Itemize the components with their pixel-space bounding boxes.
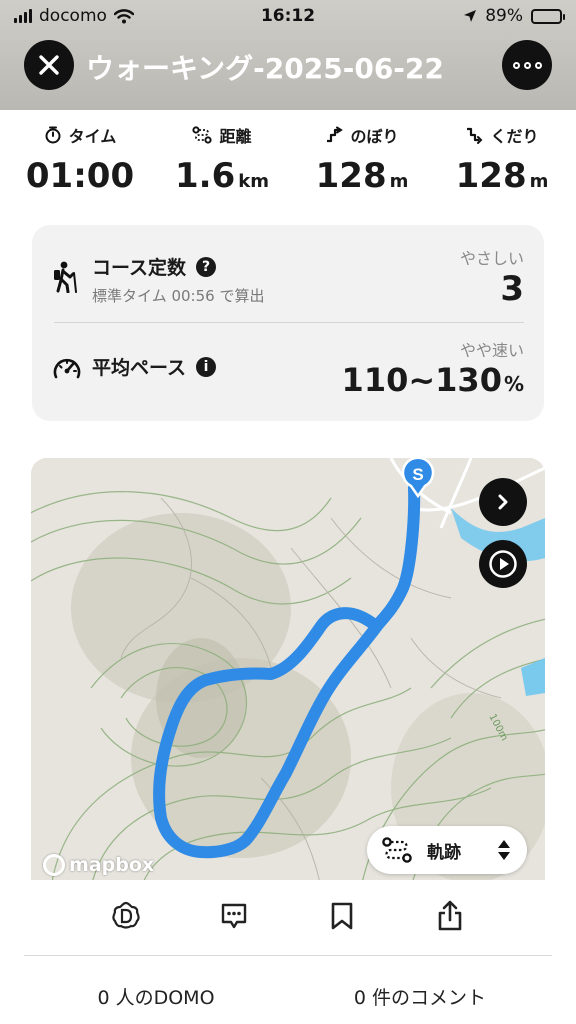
descent-icon — [467, 127, 483, 144]
course-constant-row[interactable]: コース定数 ? 標準タイム 00:56 で算出 やさしい 3 — [32, 225, 544, 323]
header: docomo 16:12 89% ウォーキング-2025-06-22 — [0, 0, 576, 110]
battery-percent: 89% — [485, 6, 523, 26]
stat-distance-label: 距離 — [219, 127, 252, 146]
hiker-icon — [54, 261, 77, 293]
sort-updown-icon — [498, 840, 510, 860]
comment-count[interactable]: 0 件のコメント — [310, 983, 530, 1010]
mapbox-mark-icon — [43, 854, 65, 876]
stopwatch-icon — [45, 126, 61, 144]
mapbox-logo: mapbox — [43, 854, 154, 876]
activity-stats: タイム 01:00 距離 1.6 km のぼり 128 m くだり 128 m — [0, 122, 576, 202]
stat-descent-unit: m — [529, 171, 549, 192]
speedometer-icon — [53, 358, 81, 379]
track-mode-selector[interactable]: 軌跡 — [367, 826, 527, 874]
more-icon — [512, 61, 542, 69]
action-icons — [0, 898, 576, 938]
stat-time-value: 01:00 — [25, 156, 135, 196]
help-icon[interactable]: ? — [196, 256, 217, 277]
average-pace-value: 110~130 — [341, 361, 502, 399]
battery-icon — [531, 8, 565, 24]
bookmark-button[interactable] — [324, 898, 360, 934]
stat-ascent-unit: m — [389, 171, 409, 192]
ascent-icon — [327, 126, 344, 143]
status-bar: docomo 16:12 89% — [0, 0, 576, 34]
route-icon — [192, 126, 213, 144]
stat-descent: くだり 128 m — [432, 122, 572, 196]
chevron-right-icon — [498, 494, 508, 510]
close-button[interactable] — [24, 40, 74, 90]
play-icon — [489, 550, 517, 578]
stat-distance: 距離 1.6 km — [152, 122, 292, 196]
difficulty-label: やさしい — [459, 249, 524, 268]
stat-distance-unit: km — [238, 171, 269, 192]
share-icon — [438, 900, 462, 931]
page-title: ウォーキング-2025-06-22 — [86, 52, 444, 85]
close-icon — [39, 55, 59, 75]
track-mode-label: 軌跡 — [427, 842, 461, 863]
stat-time: タイム 01:00 — [10, 122, 150, 196]
domo-button[interactable] — [108, 898, 144, 934]
start-marker: S — [401, 458, 435, 498]
comment-button[interactable] — [216, 898, 252, 934]
stat-distance-value: 1.6 — [175, 156, 236, 196]
domo-icon — [112, 901, 140, 929]
map-attribution: mapbox — [69, 854, 155, 876]
stat-ascent: のぼり 128 m — [292, 122, 432, 196]
status-right: 89% — [463, 6, 565, 26]
activity-detail-screen: docomo 16:12 89% ウォーキング-2025-06-22 タイム 0… — [0, 0, 576, 1024]
next-button[interactable] — [479, 478, 527, 526]
stat-descent-label: くだり — [490, 127, 539, 146]
bottom-divider — [24, 955, 552, 956]
course-constant-subtext: 標準タイム 00:56 で算出 — [92, 287, 265, 305]
route-map[interactable]: 100m S mapbox 軌跡 — [31, 458, 545, 888]
start-marker-label: S — [412, 465, 423, 484]
share-button[interactable] — [432, 898, 468, 934]
route-icon — [382, 837, 412, 863]
location-arrow-icon — [464, 10, 477, 22]
course-constant-label: コース定数 — [92, 257, 187, 279]
stat-ascent-value: 128 — [315, 156, 387, 196]
course-card: コース定数 ? 標準タイム 00:56 で算出 やさしい 3 平均ペース i や… — [32, 225, 544, 421]
stat-time-label: タイム — [68, 127, 117, 146]
average-pace-row[interactable]: 平均ペース i やや速い 110~130% — [32, 323, 544, 421]
replay-button[interactable] — [479, 540, 527, 588]
course-constant-value: 3 — [500, 269, 524, 309]
pace-hint: やや速い — [459, 341, 524, 360]
average-pace-unit: % — [503, 372, 524, 396]
bookmark-icon — [331, 902, 353, 930]
bottom-action-bar: 0 人のDOMO 0 件のコメント — [0, 880, 576, 1024]
info-icon[interactable]: i — [196, 356, 217, 377]
terrain-map: 100m — [31, 458, 545, 888]
comment-icon — [221, 903, 247, 929]
average-pace-label: 平均ペース — [92, 357, 187, 379]
stat-ascent-label: のぼり — [350, 127, 399, 146]
stat-descent-value: 128 — [455, 156, 527, 196]
more-options-button[interactable] — [502, 40, 552, 90]
domo-count[interactable]: 0 人のDOMO — [46, 983, 266, 1010]
